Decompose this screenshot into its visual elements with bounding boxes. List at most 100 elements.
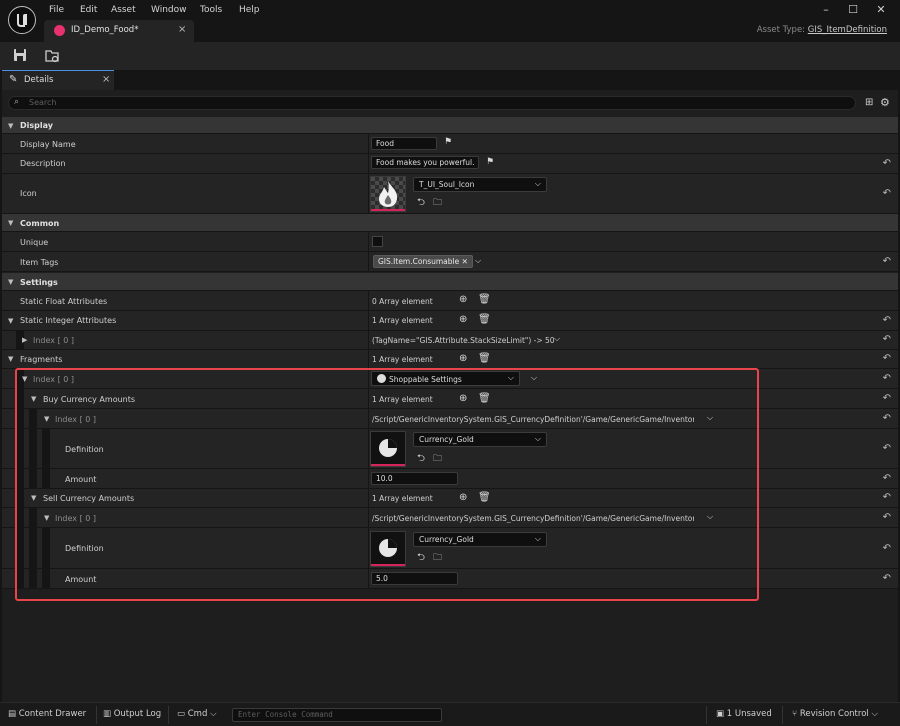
- reset-icon[interactable]: ↶: [883, 334, 891, 345]
- close-window-button[interactable]: ✕: [874, 3, 888, 17]
- category-common[interactable]: ▼ Common: [2, 214, 898, 232]
- grid-view-icon[interactable]: ⊞: [865, 97, 873, 108]
- menu-help[interactable]: Help: [239, 5, 260, 15]
- browse-icon[interactable]: 🗀: [433, 550, 442, 566]
- display-name-row: Display Name Food ⚑: [2, 134, 898, 154]
- reset-icon[interactable]: ↶: [883, 573, 891, 584]
- trash-icon[interactable]: 🗑: [478, 393, 491, 404]
- content-drawer-button[interactable]: ▤ Content Drawer: [8, 709, 86, 719]
- reset-icon[interactable]: ↶: [883, 492, 891, 503]
- buy-definition-picker[interactable]: Currency_Gold ⌵: [413, 432, 547, 447]
- unique-checkbox[interactable]: [372, 236, 383, 247]
- reset-icon[interactable]: ↶: [883, 158, 891, 169]
- icon-asset-picker[interactable]: T_UI_Soul_Icon ⌵: [413, 177, 547, 192]
- browse-icon[interactable]: 🗀: [433, 195, 442, 211]
- use-selected-icon[interactable]: ⮌: [417, 451, 425, 468]
- asset-type-link[interactable]: GIS_ItemDefinition: [808, 25, 887, 35]
- reset-icon[interactable]: ↶: [883, 543, 891, 554]
- remove-tag-icon[interactable]: ✕: [462, 257, 468, 266]
- display-name-field[interactable]: Food: [371, 137, 437, 150]
- document-tab[interactable]: ID_Demo_Food* ×: [44, 20, 194, 42]
- fragment-type-dropdown[interactable]: Shoppable Settings ⌵: [371, 371, 520, 386]
- toolbar: [0, 42, 900, 70]
- chevron-down-icon: ⌵: [534, 179, 541, 188]
- reset-icon[interactable]: ↶: [883, 413, 891, 424]
- add-element-icon[interactable]: ⊕: [459, 393, 467, 404]
- collapse-arrow-icon[interactable]: ▼: [44, 514, 49, 522]
- details-tab[interactable]: ✎ Details ×: [2, 70, 114, 90]
- collapse-arrow-icon[interactable]: ▼: [31, 395, 36, 403]
- menu-asset[interactable]: Asset: [111, 5, 136, 15]
- chevron-down-icon[interactable]: ⌵: [531, 373, 537, 383]
- collapse-arrow-icon[interactable]: ▼: [22, 375, 27, 383]
- icon-thumbnail[interactable]: [370, 176, 406, 212]
- use-selected-icon[interactable]: ⮌: [417, 195, 425, 212]
- chevron-down-icon[interactable]: ⌵: [707, 512, 713, 522]
- close-details-icon[interactable]: ×: [102, 74, 110, 85]
- menu-edit[interactable]: Edit: [80, 5, 97, 15]
- settings-gear-icon[interactable]: ⚙: [880, 96, 890, 109]
- sell-definition-picker[interactable]: Currency_Gold ⌵: [413, 532, 547, 547]
- static-float-row: Static Float Attributes 0 Array element …: [2, 291, 898, 311]
- item-tag-chip[interactable]: GIS.Item.Consumable ✕: [373, 255, 473, 268]
- reset-icon[interactable]: ↶: [883, 188, 891, 199]
- use-selected-icon[interactable]: ⮌: [417, 550, 425, 567]
- chevron-down-icon[interactable]: ⌵: [475, 256, 481, 266]
- revision-control-button[interactable]: ⑂ Revision Control ⌵: [792, 709, 878, 719]
- unsaved-button[interactable]: ▣ 1 Unsaved: [716, 709, 772, 719]
- reset-icon[interactable]: ↶: [883, 353, 891, 364]
- add-element-icon[interactable]: ⊕: [459, 492, 467, 503]
- menu-tools[interactable]: Tools: [200, 5, 222, 15]
- sell-amount-row: Amount 5.0 ↶: [2, 569, 898, 589]
- add-element-icon[interactable]: ⊕: [459, 353, 467, 364]
- currency-thumbnail[interactable]: [370, 431, 406, 467]
- add-element-icon[interactable]: ⊕: [459, 314, 467, 325]
- reset-icon[interactable]: ↶: [883, 256, 891, 267]
- category-settings[interactable]: ▼ Settings: [2, 273, 898, 291]
- console-input[interactable]: Enter Console Command: [232, 708, 442, 722]
- expand-arrow-icon[interactable]: ▶: [22, 336, 27, 344]
- asset-type: Asset Type: GIS_ItemDefinition: [756, 25, 887, 35]
- description-field[interactable]: Food makes you powerful.: [371, 156, 479, 169]
- chevron-down-icon[interactable]: ⌵: [554, 334, 560, 344]
- collapse-arrow-icon[interactable]: ▼: [44, 415, 49, 423]
- browse-asset-icon[interactable]: [44, 48, 60, 64]
- unreal-logo-icon[interactable]: [8, 6, 36, 34]
- sell-amount-field[interactable]: 5.0: [371, 572, 458, 585]
- reset-icon[interactable]: ↶: [883, 393, 891, 404]
- reset-icon[interactable]: ↶: [883, 512, 891, 523]
- maximize-button[interactable]: ☐: [846, 3, 860, 17]
- trash-icon[interactable]: 🗑: [478, 492, 491, 503]
- chevron-down-icon: ⌵: [534, 434, 541, 443]
- terminal-icon: ▭: [177, 709, 186, 719]
- localize-flag-icon[interactable]: ⚑: [486, 157, 494, 167]
- reset-icon[interactable]: ↶: [883, 443, 891, 454]
- reset-icon[interactable]: ↶: [883, 315, 891, 326]
- menu-file[interactable]: File: [49, 5, 64, 15]
- trash-icon[interactable]: 🗑: [478, 294, 491, 305]
- save-icon[interactable]: [12, 48, 28, 64]
- close-tab-icon[interactable]: ×: [178, 24, 186, 35]
- static-int-row: ▼ Static Integer Attributes 1 Array elem…: [2, 311, 898, 331]
- category-display[interactable]: ▼ Display: [2, 117, 898, 134]
- collapse-arrow-icon[interactable]: ▼: [8, 317, 13, 325]
- chevron-down-icon[interactable]: ⌵: [707, 413, 713, 423]
- trash-icon[interactable]: 🗑: [478, 314, 491, 325]
- collapse-arrow-icon[interactable]: ▼: [31, 494, 36, 502]
- menu-window[interactable]: Window: [151, 5, 187, 15]
- collapse-arrow-icon[interactable]: ▼: [8, 355, 13, 363]
- currency-thumbnail[interactable]: [370, 531, 406, 567]
- search-input[interactable]: ⌕ Search: [8, 96, 856, 110]
- minimize-button[interactable]: –: [819, 3, 833, 17]
- output-log-button[interactable]: ▥ Output Log: [103, 709, 161, 719]
- localize-flag-icon[interactable]: ⚑: [444, 137, 452, 147]
- buy-amount-field[interactable]: 10.0: [371, 472, 458, 485]
- reset-icon[interactable]: ↶: [883, 473, 891, 484]
- asset-icon: [54, 25, 65, 36]
- add-element-icon[interactable]: ⊕: [459, 294, 467, 305]
- trash-icon[interactable]: 🗑: [478, 353, 491, 364]
- browse-icon[interactable]: 🗀: [433, 451, 442, 467]
- cmd-dropdown[interactable]: ▭ Cmd ⌵: [177, 709, 217, 719]
- description-row: Description Food makes you powerful. ⚑ ↶: [2, 154, 898, 174]
- reset-icon[interactable]: ↶: [883, 373, 891, 384]
